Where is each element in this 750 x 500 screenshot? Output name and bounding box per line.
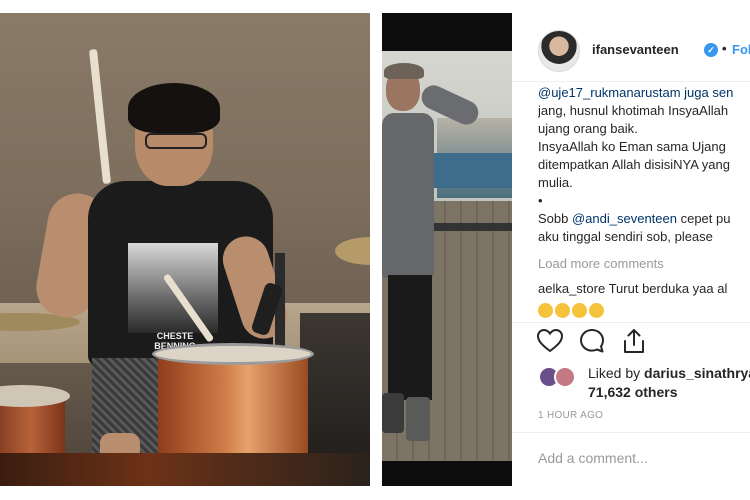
person-hair — [128, 83, 220, 133]
comment-line: ujang orang baik. — [538, 121, 638, 136]
comment-text: cepet pu — [676, 211, 731, 226]
bass-drum — [0, 453, 370, 486]
sad-emoji-icon — [589, 303, 604, 319]
likes-summary: Liked by darius_sinathrya 71,632 others — [538, 362, 750, 402]
comment-line: ditempatkan Allah disisiNYA yang — [538, 157, 730, 172]
header-divider — [512, 81, 750, 82]
mention-link[interactable]: @uje17_rukmanarustam juga sen — [538, 85, 733, 100]
man-cap — [384, 63, 424, 79]
comment-text: Sobb — [538, 211, 572, 226]
likes-count-link[interactable]: 71,632 others — [588, 384, 678, 400]
emoji-row — [538, 301, 750, 319]
load-more-comments-button[interactable]: Load more comments — [538, 255, 750, 273]
curb — [430, 223, 512, 231]
liker-avatar[interactable] — [554, 366, 576, 388]
photo-bottom-bar — [382, 461, 512, 486]
sad-emoji-icon — [538, 303, 553, 319]
comments-section: @uje17_rukmanarustam juga sen jang, husn… — [538, 84, 750, 322]
comment-line: • — [538, 193, 543, 208]
follow-button[interactable]: Follo — [732, 42, 750, 57]
post-timestamp[interactable]: 1 HOUR AGO — [538, 410, 603, 421]
cymbal-right — [335, 237, 370, 265]
mention-link[interactable]: @andi_seventeen — [572, 211, 677, 226]
likes-prefix: Liked by — [588, 365, 645, 381]
username-link[interactable]: ifansevanteen — [592, 42, 679, 57]
comment-line: mulia. — [538, 175, 573, 190]
action-bar — [512, 327, 750, 357]
comment-username[interactable]: aelka_store — [538, 281, 605, 296]
comment-text: Turut berduka yaa al — [605, 281, 728, 296]
comment-line: InsyaAllah ko Eman sama Ujang — [538, 139, 726, 154]
timestamp-divider — [512, 432, 750, 433]
sad-emoji-icon — [555, 303, 570, 319]
sad-emoji-icon — [572, 303, 587, 319]
share-icon[interactable] — [620, 327, 648, 355]
post-photo-drummer[interactable]: CHESTE BENNING — [0, 13, 370, 486]
comment-line: @uje17_rukmanarustam juga sen — [538, 84, 750, 102]
post-header: ifansevanteen ✓ • Follo — [512, 28, 750, 80]
likes-text: Liked by darius_sinathrya 71,632 others — [588, 364, 750, 402]
snare-drum-rim — [152, 343, 314, 365]
glasses — [145, 133, 207, 149]
comment-icon[interactable] — [578, 327, 606, 355]
verified-badge-icon: ✓ — [704, 43, 718, 57]
comment-line: aku tinggal sendiri sob, please — [538, 229, 713, 244]
avatar[interactable] — [538, 30, 580, 72]
man-legs — [388, 275, 432, 400]
man-body — [382, 113, 434, 278]
shoe-right — [406, 397, 430, 441]
shoe-left — [382, 393, 404, 433]
add-comment-input[interactable]: Add a comment... — [538, 450, 648, 466]
comments-divider — [512, 322, 750, 323]
heart-icon[interactable] — [536, 327, 564, 355]
comment-line: aelka_store Turut berduka yaa al — [538, 280, 750, 298]
liker-username-link[interactable]: darius_sinathrya — [644, 365, 750, 381]
separator-dot: • — [722, 41, 727, 56]
post-photo-man[interactable] — [382, 13, 512, 486]
booth-rail — [434, 153, 512, 188]
drumstick-left — [88, 48, 112, 185]
comment-line: jang, husnul khotimah InsyaAllah — [538, 103, 729, 118]
comment-line: Sobb @andi_seventeen cepet pu — [538, 210, 750, 228]
